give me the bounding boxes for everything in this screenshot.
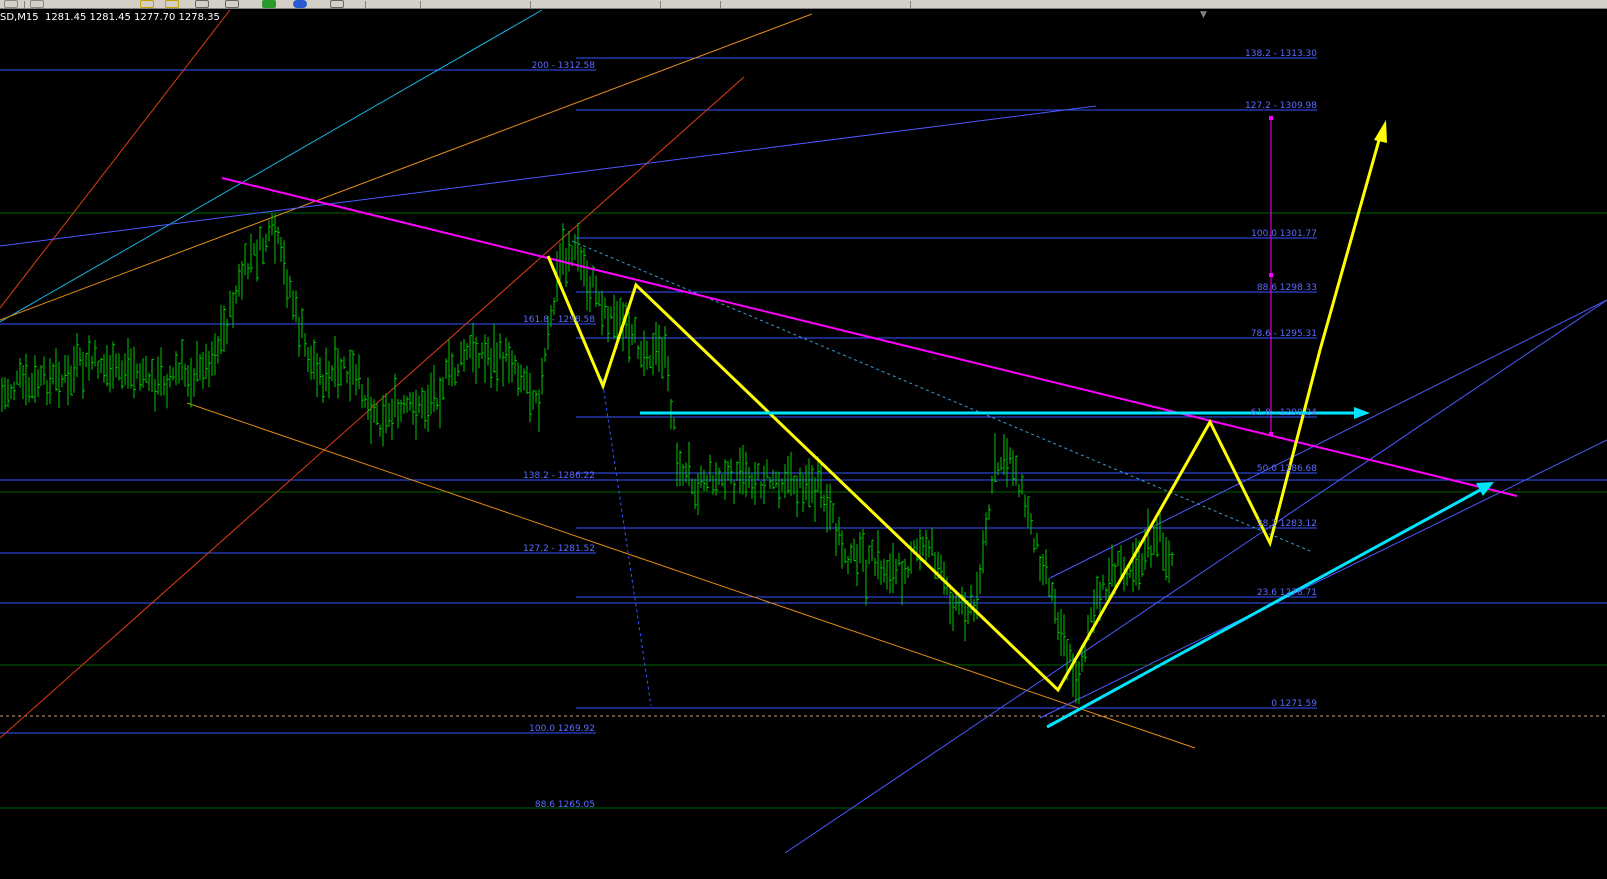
blue-trend-line — [1039, 439, 1607, 719]
ohlc-values: 1281.45 1281.45 1277.70 1278.35 — [44, 12, 220, 23]
magenta-measure — [1269, 116, 1273, 436]
fib-right-labels: 138.2 - 1313.30 127.2 - 1309.98 100.0 13… — [1245, 49, 1317, 709]
red-channel-line — [0, 9, 231, 309]
crosshair-icon[interactable] — [30, 0, 44, 8]
fib-label: 100.0 1269.92 — [529, 724, 595, 734]
add-icon[interactable] — [262, 0, 276, 8]
fib-label: 161.8 - 1298.58 — [523, 315, 595, 325]
fib-label: 50.0 1286.68 — [1257, 464, 1317, 474]
toolbar-separator — [365, 1, 366, 8]
fib-left-labels: 200 - 1312.58 161.8 - 1298.58 138.2 - 12… — [523, 61, 595, 810]
cyan-horizontal-arrowhead — [1354, 407, 1370, 419]
fib-label: 88.6 1298.33 — [1257, 283, 1317, 293]
period-icon[interactable] — [330, 0, 344, 8]
toolbar-separator — [910, 1, 911, 8]
chart-area[interactable]: 138.2 - 1313.30 127.2 - 1309.98 100.0 13… — [0, 9, 1607, 875]
cyan-channel-line — [0, 9, 543, 323]
fib-label: 138.2 - 1286.22 — [523, 471, 595, 481]
fib-label: 127.2 - 1281.52 — [523, 544, 595, 554]
red-channel-line — [0, 76, 745, 739]
blue-trend-line — [0, 105, 1097, 247]
blue-hlines — [0, 69, 1607, 734]
fib-label: 78.6 - 1295.31 — [1251, 329, 1317, 339]
fib-label: 200 - 1312.58 — [532, 61, 596, 71]
fib-label: 127.2 - 1309.98 — [1245, 101, 1317, 111]
measure-handle[interactable] — [1269, 432, 1273, 436]
indicator-icon[interactable] — [293, 0, 307, 8]
zigzag-arrowhead — [1374, 120, 1387, 143]
toolbar-separator — [720, 1, 721, 8]
toolbar-separator — [420, 1, 421, 8]
toolbar-separator — [660, 1, 661, 8]
measure-handle[interactable] — [1269, 116, 1273, 120]
chart-line-icon[interactable] — [225, 0, 239, 8]
cursor-icon[interactable] — [4, 0, 18, 8]
yellow-zigzag — [546, 120, 1387, 693]
fib-label: 88.6 1265.05 — [535, 800, 595, 810]
fib-label: 138.2 - 1313.30 — [1245, 49, 1317, 59]
blue-trend-line — [1049, 299, 1607, 579]
fib-label: 61.8 - 1290.24 — [1251, 408, 1317, 418]
fib-label: 100.0 1301.77 — [1251, 229, 1317, 239]
toolbar-separator — [24, 1, 25, 8]
fib-right-lines — [576, 57, 1317, 709]
chevron-down-icon[interactable]: ▼ — [1200, 10, 1207, 20]
orange-channel-line — [186, 402, 1196, 749]
blue-dashed-line — [601, 377, 652, 707]
channel-lines — [0, 9, 1607, 854]
zoom-in-icon[interactable] — [140, 0, 154, 8]
chart-bars-icon[interactable] — [195, 0, 209, 8]
orange-channel-line — [0, 13, 813, 321]
toolbar-separator — [530, 1, 531, 8]
fib-label: 0 1271.59 — [1271, 699, 1317, 709]
zoom-out-icon[interactable] — [165, 0, 179, 8]
price-chart[interactable]: 138.2 - 1313.30 127.2 - 1309.98 100.0 13… — [0, 9, 1607, 875]
toolbar — [0, 0, 1607, 9]
blue-dashed-line — [571, 240, 1311, 552]
zigzag-arrow-line — [1318, 132, 1383, 351]
symbol-timeframe: SD,M15 — [0, 12, 39, 23]
fib-label: 23.6 1278.71 — [1257, 588, 1317, 598]
chart-header: SD,M15 1281.45 1281.45 1277.70 1278.35 — [0, 12, 220, 23]
measure-handle[interactable] — [1269, 273, 1273, 277]
fib-label: 38.2 1283.12 — [1257, 519, 1317, 529]
